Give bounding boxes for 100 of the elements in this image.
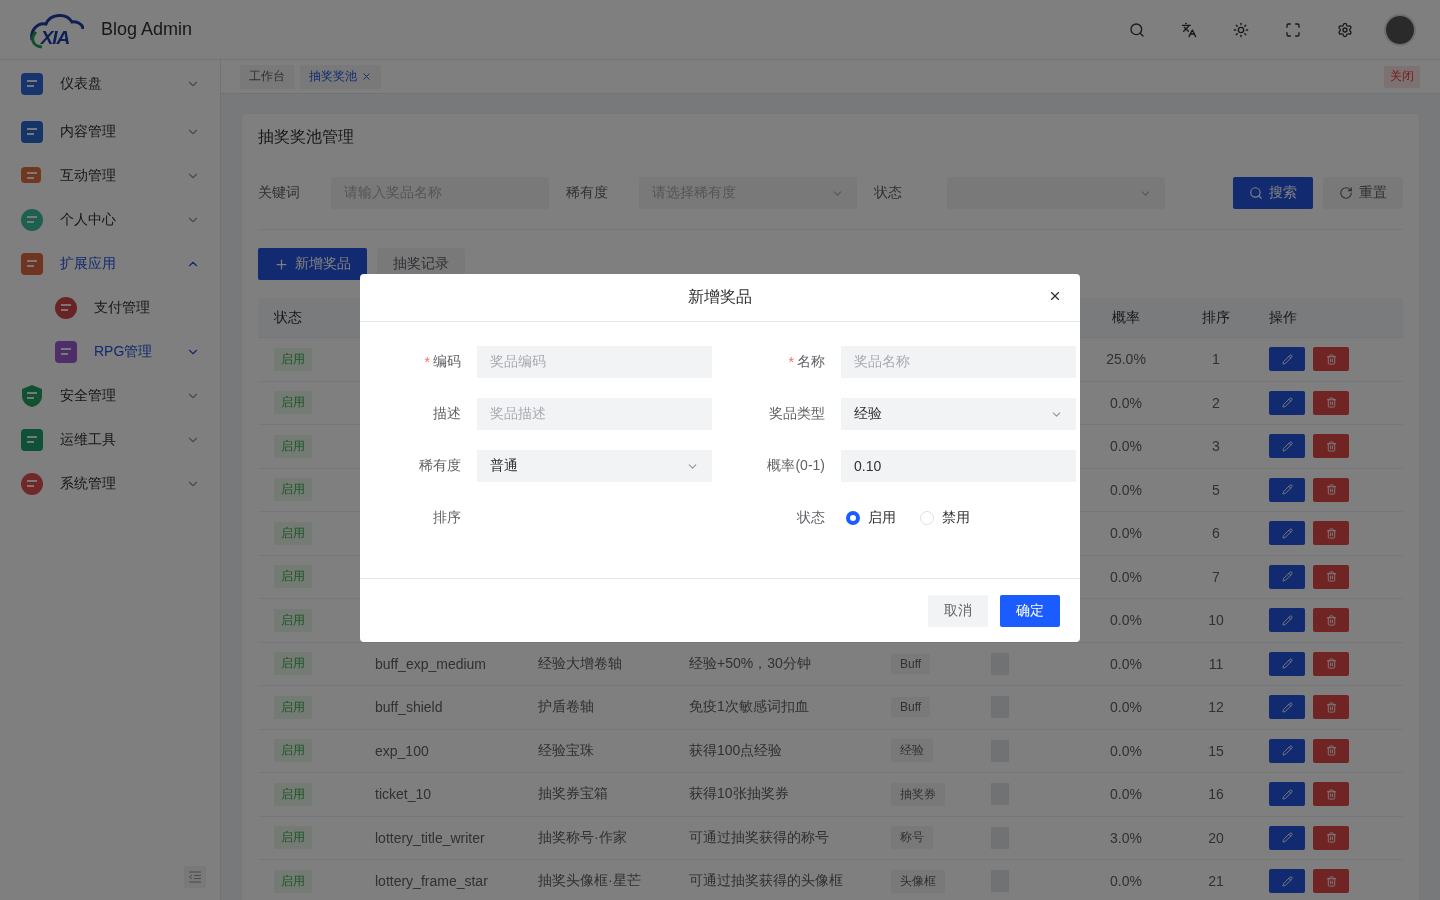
required-mark: * (788, 354, 794, 370)
confirm-button[interactable]: 确定 (1000, 595, 1060, 627)
table-cell-text: 12 (1207, 699, 1225, 716)
table-cell-text: 15 (1207, 742, 1225, 759)
sidebar-item[interactable]: 内容管理 (0, 110, 220, 154)
trash-icon (1325, 353, 1337, 365)
reset-button[interactable]: 重置 (1323, 177, 1403, 209)
table-cell-text: 经验大增卷轴 (538, 654, 623, 673)
form-label: * 编码 (424, 352, 461, 372)
pencil-icon (1281, 527, 1293, 539)
close-button[interactable] (1048, 289, 1062, 303)
delete-button[interactable] (1313, 825, 1349, 850)
table-cell-text: lottery_title_writer (375, 829, 486, 846)
collapse-icon (188, 870, 202, 884)
status-tag: 启用 (274, 391, 312, 415)
close-icon[interactable] (361, 71, 372, 82)
search-icon (1249, 186, 1263, 200)
table-cell-text: 0.0% (1109, 655, 1143, 672)
select-field[interactable]: 普通 (477, 450, 712, 482)
table-cell-text: 0.0% (1109, 742, 1143, 759)
delete-button[interactable] (1313, 390, 1349, 415)
search-button[interactable]: 搜索 (1233, 177, 1313, 209)
delete-button[interactable] (1313, 782, 1349, 807)
edit-button[interactable] (1269, 738, 1305, 763)
sidebar-item[interactable]: 扩展应用 (0, 242, 220, 286)
table-cell-text: 0.0% (1109, 481, 1143, 498)
delete-button[interactable] (1313, 434, 1349, 459)
fullscreen-icon (1285, 21, 1301, 38)
refresh-icon (1339, 186, 1353, 200)
delete-button[interactable] (1313, 651, 1349, 676)
sidebar-item[interactable]: RPG管理 (0, 330, 220, 374)
page-tab[interactable]: 工作台 (240, 64, 294, 89)
input-field[interactable]: 0.10 (841, 450, 1076, 482)
table-cell-text: 6 (1211, 525, 1221, 542)
delete-button[interactable] (1313, 477, 1349, 502)
column-header: 概率 (1111, 308, 1141, 327)
collapse-button[interactable] (184, 866, 206, 888)
sidebar-item[interactable]: 仪表盘 (0, 62, 220, 106)
edit-button[interactable] (1269, 390, 1305, 415)
close-icon (1048, 289, 1062, 303)
status-tag: 启用 (274, 521, 312, 545)
status-tag: 启用 (274, 782, 312, 806)
edit-button[interactable] (1269, 347, 1305, 372)
table-cell-text: 抽奖头像框·星芒 (538, 872, 642, 891)
edit-button[interactable] (1269, 564, 1305, 589)
type-tag: Buff (891, 653, 931, 674)
trash-icon (1325, 875, 1337, 887)
edit-button[interactable] (1269, 608, 1305, 633)
pencil-icon (1281, 701, 1293, 713)
edit-button[interactable] (1269, 695, 1305, 720)
sidebar-item[interactable]: 支付管理 (0, 286, 220, 330)
edit-button[interactable] (1269, 521, 1305, 546)
table-cell-text: 0.0% (1109, 525, 1143, 542)
delete-button[interactable] (1313, 738, 1349, 763)
delete-button[interactable] (1313, 347, 1349, 372)
add-button[interactable]: 新增奖品 (258, 248, 367, 280)
delete-button[interactable] (1313, 564, 1349, 589)
status-tag: 启用 (274, 826, 312, 850)
delete-button[interactable] (1313, 695, 1349, 720)
form-label: 状态 (797, 508, 825, 527)
delete-button[interactable] (1313, 521, 1349, 546)
pencil-icon (1281, 788, 1293, 800)
pencil-icon (1281, 571, 1293, 583)
table-cell-text: 1 (1211, 351, 1221, 368)
delete-button[interactable] (1313, 608, 1349, 633)
table-cell-text: 16 (1207, 786, 1225, 803)
close-tabs-button[interactable]: 关闭 (1384, 65, 1420, 88)
status-tag: 启用 (274, 652, 312, 676)
edit-button[interactable] (1269, 782, 1305, 807)
filter-label: 稀有度 (566, 184, 609, 202)
edit-button[interactable] (1269, 651, 1305, 676)
trash-icon (1325, 440, 1337, 452)
radio-option[interactable]: 禁用 (920, 509, 970, 527)
pencil-icon (1281, 832, 1293, 844)
form-label: 描述 (433, 404, 461, 423)
status-tag: 启用 (274, 695, 312, 719)
delete-button[interactable] (1313, 869, 1349, 894)
status-tag: 启用 (274, 869, 312, 893)
table-cell-text: 0.0% (1109, 873, 1143, 890)
search-icon (1129, 21, 1145, 38)
page-tab[interactable]: 抽奖奖池 (300, 64, 381, 89)
sidebar-item[interactable]: 个人中心 (0, 198, 220, 242)
sidebar-item[interactable]: 运维工具 (0, 418, 220, 462)
edit-button[interactable] (1269, 825, 1305, 850)
cancel-button[interactable]: 取消 (928, 595, 988, 627)
pencil-icon (1281, 614, 1293, 626)
select-field[interactable]: 经验 (841, 398, 1076, 430)
avatar[interactable] (1384, 13, 1416, 46)
radio-option[interactable]: 启用 (846, 509, 896, 527)
table-cell-text: 5 (1211, 481, 1221, 498)
edit-button[interactable] (1269, 869, 1305, 894)
status-tag: 启用 (274, 565, 312, 589)
sidebar-item[interactable]: 安全管理 (0, 374, 220, 418)
sidebar-item[interactable]: 系统管理 (0, 462, 220, 506)
edit-button[interactable] (1269, 434, 1305, 459)
plus-icon (274, 256, 289, 272)
form-label: 概率(0-1) (767, 456, 825, 475)
sidebar-item[interactable]: 互动管理 (0, 154, 220, 198)
edit-button[interactable] (1269, 477, 1305, 502)
pencil-icon (1281, 875, 1293, 887)
